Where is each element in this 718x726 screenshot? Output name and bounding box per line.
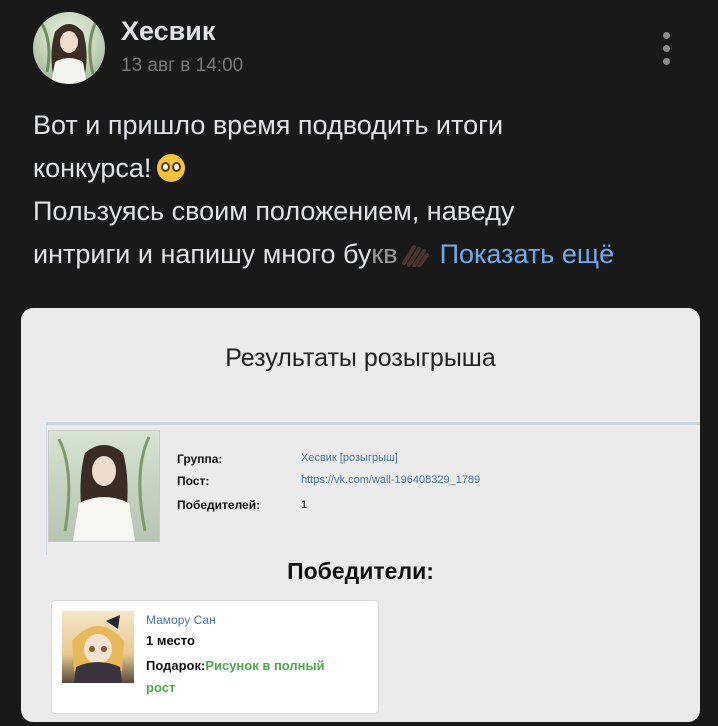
- group-link[interactable]: Хесвик [розыгрыш]: [301, 452, 398, 464]
- winner-avatar-illustration: [72, 615, 124, 683]
- post-line-2: конкурса!: [33, 147, 703, 190]
- author-avatar[interactable]: [33, 12, 105, 84]
- group-image: [48, 430, 160, 542]
- pleading-face-emoji: [157, 154, 186, 182]
- group-label: Группа:: [177, 452, 223, 466]
- show-more-link[interactable]: Показать ещё: [440, 239, 615, 269]
- winner-place: 1 место: [146, 633, 195, 648]
- giveaway-results-card[interactable]: Результаты розыгрыша Группа: Хесвик [роз…: [21, 308, 700, 722]
- post-text: Вот и пришло время подводить итоги конку…: [33, 104, 703, 276]
- avatar-illustration: [39, 19, 99, 84]
- post-label: Пост:: [177, 474, 210, 488]
- winner-card[interactable]: Мамору Сан 1 место Подарок:Рисунок в пол…: [51, 600, 379, 714]
- winner-name[interactable]: Мамору Сан: [146, 613, 216, 627]
- group-image-illustration: [57, 436, 151, 541]
- hand-emoji: [401, 245, 429, 267]
- card-title: Результаты розыгрыша: [225, 344, 496, 372]
- more-vertical-icon[interactable]: [655, 30, 679, 70]
- post-line-4-text: интриги и напишу много бу: [33, 239, 372, 269]
- author-name[interactable]: Хесвик: [121, 16, 215, 47]
- post-line-2-text: конкурса!: [33, 153, 152, 183]
- winners-count-label: Победителей:: [177, 498, 261, 512]
- post-date[interactable]: 13 авг в 14:00: [121, 55, 243, 77]
- post-line-3: Пользуясь своим положением, наведу: [33, 196, 515, 226]
- post-link[interactable]: https://vk.com/wall-196408329_1789: [301, 474, 480, 486]
- winners-count-value: 1: [301, 499, 308, 511]
- winners-title: Победители:: [287, 558, 434, 584]
- winner-gift-label: Подарок:: [146, 658, 206, 673]
- post-line-4: интриги и напишу много букв Показать ещё: [33, 233, 703, 276]
- post-line-4-fade: кв: [371, 239, 398, 269]
- winner-avatar[interactable]: [62, 611, 134, 683]
- winner-gift: Подарок:Рисунок в полный рост: [146, 655, 326, 699]
- post-line-1: Вот и пришло время подводить итоги: [33, 110, 504, 140]
